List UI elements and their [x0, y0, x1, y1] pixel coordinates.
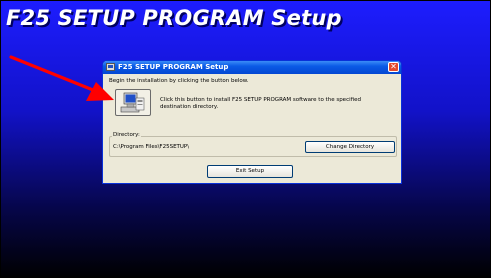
red-arrow-icon: [9, 55, 114, 101]
